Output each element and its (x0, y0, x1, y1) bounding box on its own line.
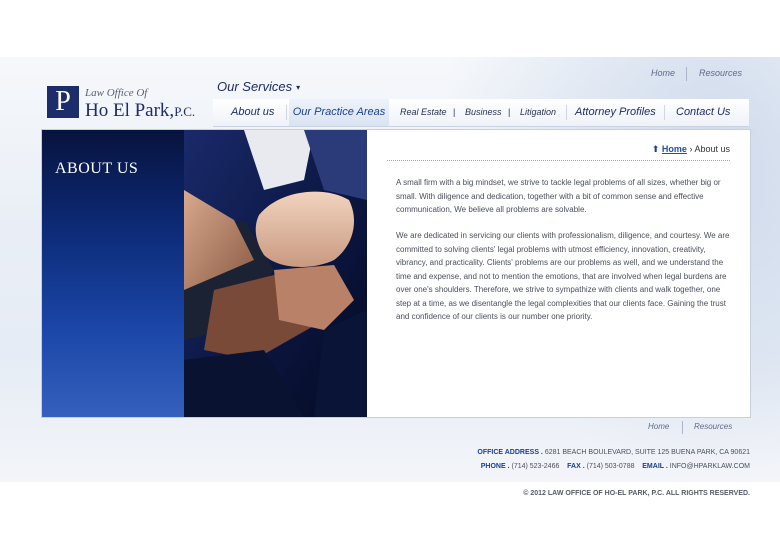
bottom-links-divider (682, 421, 683, 434)
about-paragraph: We are dedicated in servicing our client… (396, 231, 730, 321)
our-services-menu[interactable]: Our Services ▾ (217, 79, 300, 94)
office-address-value: 6281 BEACH BOULEVARD, SUITE 125 BUENA PA… (544, 449, 750, 456)
nav-our-practice-areas[interactable]: Our Practice Areas (289, 99, 389, 126)
phone-value: (714) 523-2466 (511, 463, 560, 470)
nav-litigation[interactable]: Litigation (520, 99, 556, 126)
about-text-panel: ⬆ Home › About us A small firm with a bi… (367, 130, 750, 417)
breadcrumb-current: About us (694, 144, 730, 154)
email-value[interactable]: INFO@HPARKLAW.COM (670, 463, 750, 470)
logo[interactable]: P Law Office Of Ho El Park,P.C. (47, 86, 207, 122)
nav-about-us[interactable]: About us (231, 99, 274, 126)
nav-divider (566, 105, 567, 120)
nav-divider (286, 105, 287, 120)
bottom-utility-links: Home Resources (630, 421, 748, 435)
breadcrumb-separator: › (689, 144, 693, 154)
caret-down-icon: ▾ (296, 83, 301, 93)
nav-business[interactable]: Business (465, 99, 502, 126)
top-resources-link[interactable]: Resources (699, 68, 742, 78)
nav-pipe-separator: | (453, 107, 456, 117)
hands-photo-illustration (184, 130, 367, 417)
top-utility-links: Home Resources (640, 67, 745, 81)
office-address-label: OFFICE ADDRESS . (477, 449, 543, 456)
bottom-home-link[interactable]: Home (648, 422, 669, 431)
section-title-panel: ABOUT US (42, 130, 184, 417)
nav-attorney-profiles[interactable]: Attorney Profiles (575, 99, 656, 126)
logo-firm-name: Ho El Park,P.C. (85, 100, 195, 122)
top-links-divider (686, 67, 687, 81)
top-home-link[interactable]: Home (651, 68, 675, 78)
logo-name-text: Ho El Park, (85, 100, 175, 121)
nav-pipe-separator: | (508, 107, 511, 117)
page-title: ABOUT US (55, 160, 139, 177)
contact-info-line: PHONE . (714) 523-2466 FAX . (714) 503-0… (481, 463, 750, 470)
our-services-label: Our Services (217, 79, 293, 94)
nav-real-estate[interactable]: Real Estate (400, 99, 447, 126)
phone-label: PHONE . (480, 463, 510, 470)
office-address-line: OFFICE ADDRESS . 6281 BEACH BOULEVARD, S… (477, 449, 750, 456)
email-label: EMAIL . (642, 463, 668, 470)
fax-label: FAX . (567, 463, 585, 470)
breadcrumb: ⬆ Home › About us (652, 144, 730, 155)
content-area: ABOUT US ⬆ Home › About us A small firm … (41, 129, 751, 418)
logo-suffix-text: P.C. (174, 104, 196, 119)
nav-contact-us[interactable]: Contact Us (676, 99, 730, 126)
logo-mark: P (47, 86, 79, 118)
copyright: © 2012 LAW OFFICE OF HO-EL PARK, P.C. AL… (523, 490, 750, 497)
hands-together-photo (184, 130, 367, 417)
nav-divider (664, 105, 665, 120)
about-paragraph: A small firm with a big mindset, we stri… (396, 178, 721, 214)
logo-tagline: Law Office Of (85, 87, 148, 99)
dotted-divider (387, 160, 730, 161)
home-arrow-icon: ⬆ (651, 144, 660, 154)
fax-value: (714) 503-0788 (586, 463, 635, 470)
breadcrumb-home-link[interactable]: Home (662, 144, 687, 154)
main-navigation: About us Our Practice Areas Real Estate … (213, 99, 749, 127)
bottom-resources-link[interactable]: Resources (694, 422, 732, 431)
